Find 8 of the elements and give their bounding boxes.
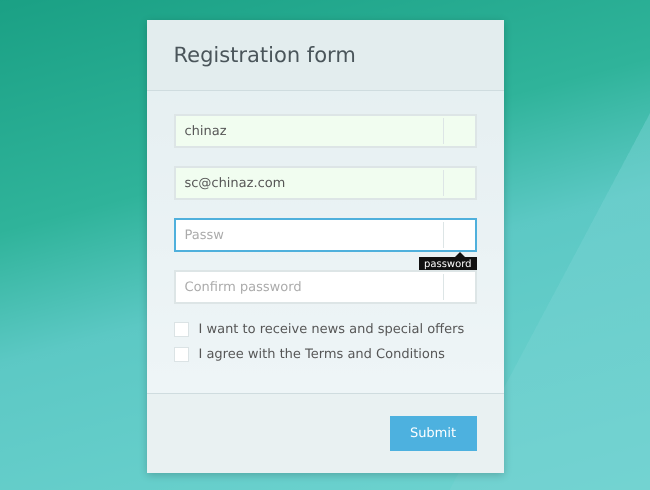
checkbox[interactable]: [174, 347, 188, 362]
checkbox[interactable]: [174, 322, 188, 337]
input-field[interactable]: Passw: [174, 218, 476, 252]
checkbox-label: I want to receive news and special offers: [198, 322, 464, 337]
input-field[interactable]: chinaz: [174, 114, 476, 148]
form-title: Registration form: [174, 43, 356, 67]
checkbox-label: I agree with the Terms and Conditions: [198, 347, 445, 362]
input-field[interactable]: sc@chinaz.com: [174, 166, 476, 200]
